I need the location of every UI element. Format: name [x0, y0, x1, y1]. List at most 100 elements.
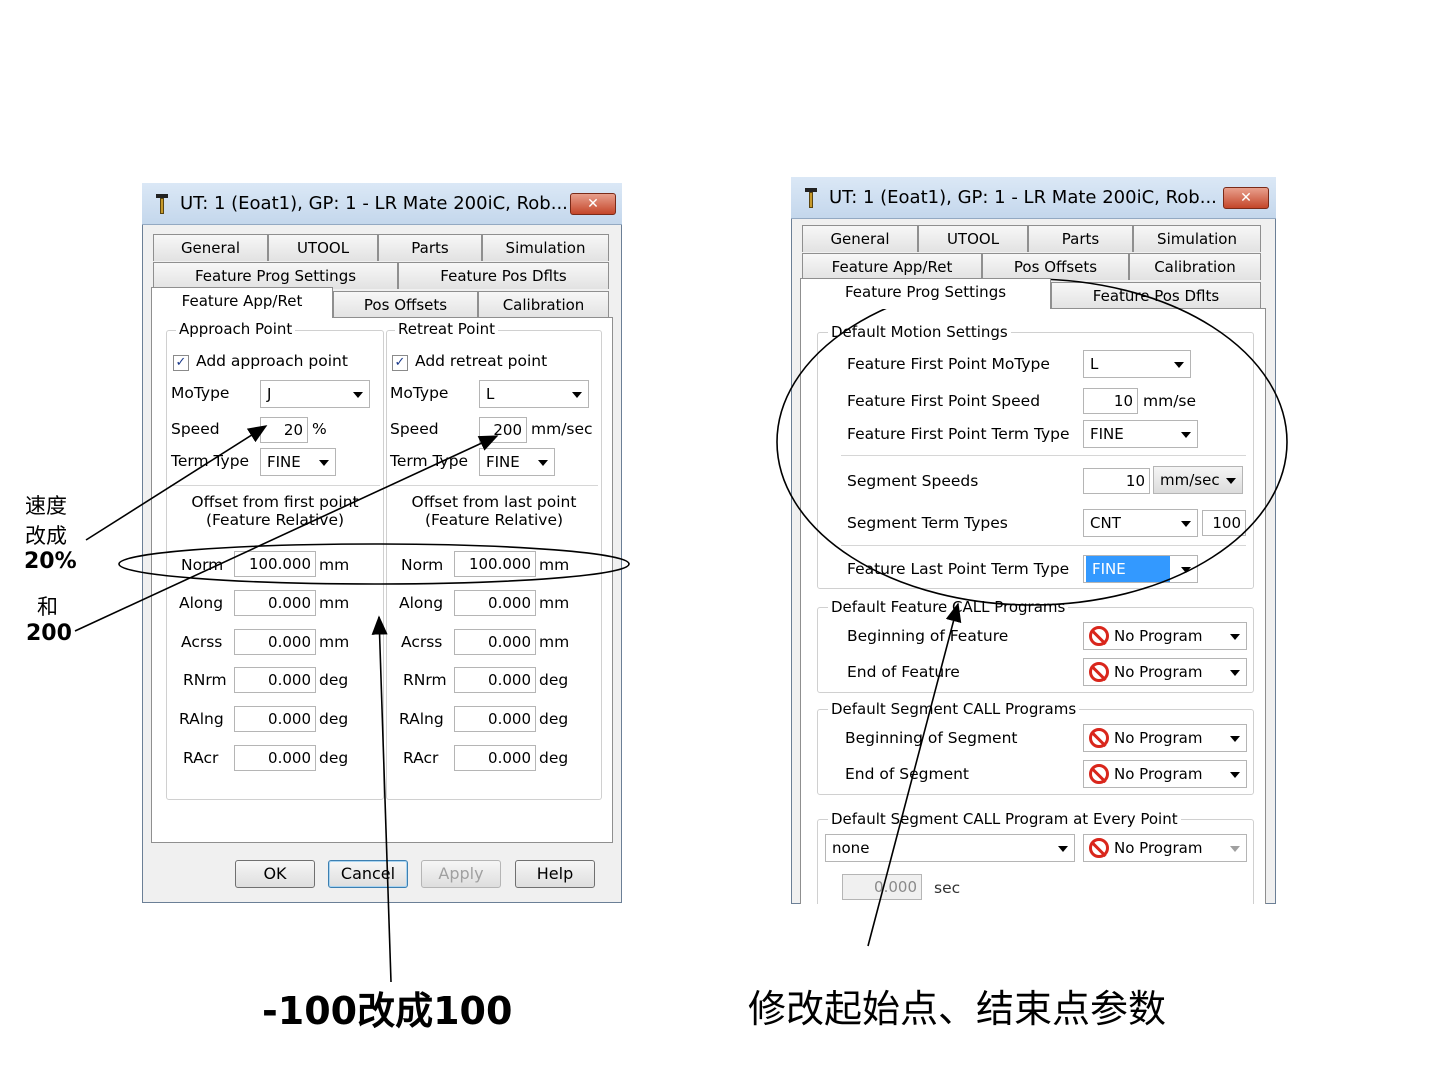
- end-feature-select[interactable]: No Program: [1083, 658, 1247, 686]
- begin-segment-select[interactable]: No Program: [1083, 724, 1247, 752]
- first-motype-select[interactable]: L: [1083, 350, 1191, 378]
- retreat-offset-label: RAcr: [403, 749, 439, 767]
- first-speed-input[interactable]: 10: [1083, 388, 1138, 414]
- approach-offset-input[interactable]: 0.000: [234, 745, 316, 771]
- approach-offset-input[interactable]: 100.000: [234, 551, 316, 577]
- approach-term-select[interactable]: FINE: [260, 448, 336, 476]
- tab-pos-offsets[interactable]: Pos Offsets: [333, 291, 478, 318]
- tab-calibration[interactable]: Calibration: [1129, 253, 1261, 280]
- tab-feature-pos-dflts[interactable]: Feature Pos Dflts: [1051, 282, 1261, 309]
- every-point-time-input[interactable]: 0.000: [842, 874, 922, 900]
- tab-feature-prog-settings[interactable]: Feature Prog Settings: [153, 262, 398, 289]
- retreat-offset-input[interactable]: 0.000: [454, 706, 536, 732]
- tab-feature-app-ret[interactable]: Feature App/Ret: [151, 287, 333, 318]
- tool-icon: [156, 194, 168, 214]
- retreat-term-select[interactable]: FINE: [479, 448, 555, 476]
- approach-offset-label: RNrm: [183, 671, 227, 689]
- retreat-motype-label: MoType: [390, 384, 449, 402]
- retreat-offset-input[interactable]: 100.000: [454, 551, 536, 577]
- approach-motype-value: J: [267, 385, 272, 403]
- end-segment-select[interactable]: No Program: [1083, 760, 1247, 788]
- segment-cnt-input[interactable]: 100: [1202, 510, 1246, 536]
- close-button[interactable]: ✕: [570, 193, 616, 215]
- segment-call-title: Default Segment CALL Programs: [828, 700, 1080, 718]
- retreat-offset-input[interactable]: 0.000: [454, 667, 536, 693]
- approach-point-title: Approach Point: [176, 320, 296, 338]
- first-term-select[interactable]: FINE: [1083, 420, 1198, 448]
- approach-motype-label: MoType: [171, 384, 230, 402]
- help-button[interactable]: Help: [515, 860, 595, 888]
- tab-utool[interactable]: UTOOL: [268, 234, 378, 261]
- annotation-speed-4: 和: [37, 595, 58, 619]
- begin-feature-label: Beginning of Feature: [847, 627, 1009, 645]
- tab-feature-app-ret[interactable]: Feature App/Ret: [802, 253, 982, 280]
- segment-speed-unit-value: mm/sec: [1160, 471, 1220, 489]
- every-point-program-select[interactable]: No Program: [1083, 834, 1247, 862]
- chevron-down-icon: [538, 460, 548, 466]
- retreat-offset-input[interactable]: 0.000: [454, 590, 536, 616]
- retreat-offset-input[interactable]: 0.000: [454, 745, 536, 771]
- tab-simulation[interactable]: Simulation: [482, 234, 609, 261]
- ok-button[interactable]: OK: [235, 860, 315, 888]
- last-term-select[interactable]: FINE: [1083, 555, 1198, 583]
- no-program-icon: [1089, 662, 1109, 682]
- apply-button[interactable]: Apply: [421, 860, 501, 888]
- every-point-mode-select[interactable]: none: [825, 834, 1075, 862]
- approach-motype-select[interactable]: J: [260, 380, 370, 408]
- tab-simulation[interactable]: Simulation: [1133, 225, 1261, 252]
- every-point-program-value: No Program: [1114, 839, 1203, 857]
- first-term-value: FINE: [1090, 425, 1124, 443]
- approach-speed-label: Speed: [171, 420, 220, 438]
- retreat-term-value: FINE: [486, 453, 520, 471]
- retreat-offset-unit: deg: [539, 671, 569, 689]
- approach-speed-input[interactable]: 20: [260, 417, 308, 443]
- tab-parts[interactable]: Parts: [1028, 225, 1133, 252]
- tab-general[interactable]: General: [802, 225, 918, 252]
- tab-calibration[interactable]: Calibration: [478, 291, 609, 318]
- retreat-point-title: Retreat Point: [395, 320, 499, 338]
- tab-utool[interactable]: UTOOL: [918, 225, 1028, 252]
- left-titlebar[interactable]: UT: 1 (Eoat1), GP: 1 - LR Mate 200iC, Ro…: [142, 183, 622, 225]
- retreat-offset-unit: deg: [539, 749, 569, 767]
- add-retreat-checkbox[interactable]: ✓: [392, 355, 408, 371]
- approach-offset-input[interactable]: 0.000: [234, 706, 316, 732]
- approach-term-label: Term Type: [171, 452, 250, 470]
- approach-offset-title-2: (Feature Relative): [205, 511, 345, 529]
- chevron-down-icon: [1058, 846, 1068, 852]
- tab-pos-offsets[interactable]: Pos Offsets: [982, 253, 1129, 280]
- motion-settings-title: Default Motion Settings: [828, 323, 1011, 341]
- segment-speed-unit-select[interactable]: mm/sec: [1153, 466, 1243, 494]
- retreat-offset-input[interactable]: 0.000: [454, 629, 536, 655]
- first-speed-label: Feature First Point Speed: [847, 392, 1041, 410]
- chevron-down-icon: [1181, 432, 1191, 438]
- approach-offset-unit: mm: [319, 633, 350, 651]
- approach-offset-input[interactable]: 0.000: [234, 629, 316, 655]
- tab-general[interactable]: General: [153, 234, 268, 261]
- right-titlebar[interactable]: UT: 1 (Eoat1), GP: 1 - LR Mate 200iC, Ro…: [791, 177, 1276, 219]
- add-approach-checkbox[interactable]: ✓: [173, 355, 189, 371]
- begin-feature-select[interactable]: No Program: [1083, 622, 1247, 650]
- close-button[interactable]: ✕: [1223, 187, 1269, 209]
- tool-icon: [805, 188, 817, 208]
- left-window-title: UT: 1 (Eoat1), GP: 1 - LR Mate 200iC, Ro…: [180, 193, 568, 214]
- tab-feature-prog-settings[interactable]: Feature Prog Settings: [800, 278, 1051, 309]
- retreat-offset-label: RAlng: [399, 710, 444, 728]
- approach-offset-input[interactable]: 0.000: [234, 667, 316, 693]
- no-program-icon: [1089, 626, 1109, 646]
- tab-parts[interactable]: Parts: [378, 234, 482, 261]
- left-dialog-window: UT: 1 (Eoat1), GP: 1 - LR Mate 200iC, Ro…: [142, 183, 622, 903]
- retreat-speed-input[interactable]: 200: [479, 417, 527, 443]
- retreat-term-label: Term Type: [390, 452, 469, 470]
- tab-feature-pos-dflts[interactable]: Feature Pos Dflts: [398, 262, 609, 289]
- segment-speed-input[interactable]: 10: [1083, 468, 1150, 494]
- first-term-label: Feature First Point Term Type: [847, 425, 1070, 443]
- cancel-button[interactable]: Cancel: [328, 860, 408, 888]
- last-term-value: FINE: [1086, 556, 1170, 582]
- approach-offset-input[interactable]: 0.000: [234, 590, 316, 616]
- segment-term-select[interactable]: CNT: [1083, 509, 1198, 537]
- approach-speed-unit: %: [312, 420, 327, 438]
- approach-term-value: FINE: [267, 453, 301, 471]
- annotation-speed-2: 改成: [25, 524, 67, 548]
- retreat-motype-select[interactable]: L: [479, 380, 589, 408]
- chevron-down-icon: [1181, 567, 1191, 573]
